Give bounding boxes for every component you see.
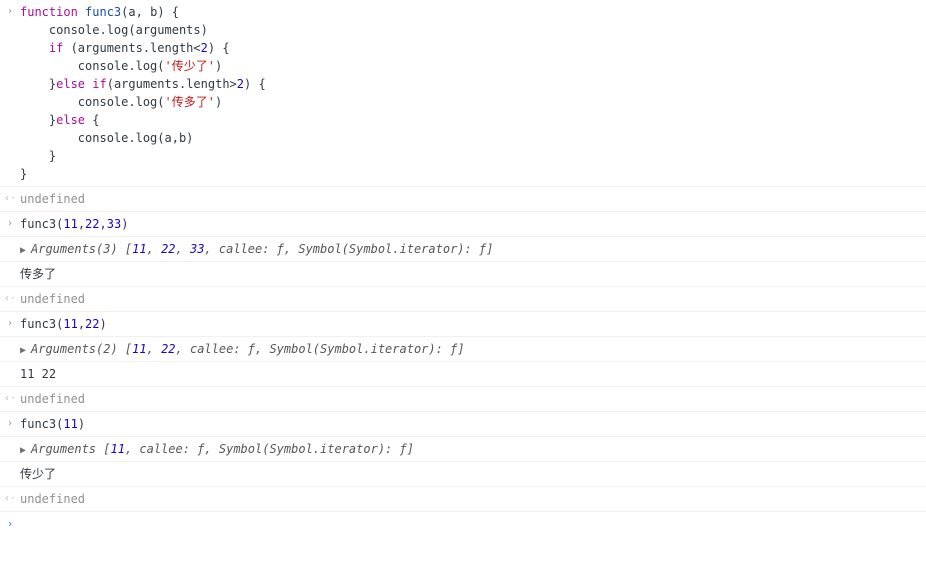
console-log-object[interactable]: ▶Arguments(3) [11, 22, 33, callee: ƒ, Sy…: [20, 240, 926, 258]
console-result: undefined: [20, 490, 926, 508]
output-chevron-icon: ‹·: [0, 390, 20, 408]
input-chevron-icon: ›: [0, 215, 20, 233]
console-result: undefined: [20, 290, 926, 308]
console-row: ›func3(11,22): [0, 312, 926, 337]
log-marker: [0, 340, 20, 358]
console-row: ▶Arguments [11, callee: ƒ, Symbol(Symbol…: [0, 437, 926, 462]
log-marker: [0, 440, 20, 458]
console-input-code: func3(11,22,33): [20, 215, 926, 233]
console-row: ‹·undefined: [0, 187, 926, 212]
prompt-chevron-icon: ›: [0, 515, 20, 533]
disclosure-triangle-icon[interactable]: ▶: [20, 443, 30, 458]
console-prompt-row[interactable]: ›: [0, 512, 926, 536]
console-row: ‹·undefined: [0, 387, 926, 412]
console-result: undefined: [20, 190, 926, 208]
log-marker: [0, 265, 20, 283]
console-row: 传少了: [0, 462, 926, 487]
console-row: ›function func3(a, b) { console.log(argu…: [0, 0, 926, 187]
console-row: ‹·undefined: [0, 487, 926, 512]
output-chevron-icon: ‹·: [0, 190, 20, 208]
console-row: ▶Arguments(2) [11, 22, callee: ƒ, Symbol…: [0, 337, 926, 362]
console-row: ›func3(11): [0, 412, 926, 437]
console-row: ▶Arguments(3) [11, 22, 33, callee: ƒ, Sy…: [0, 237, 926, 262]
console-result: undefined: [20, 390, 926, 408]
log-marker: [0, 240, 20, 258]
input-chevron-icon: ›: [0, 315, 20, 333]
output-chevron-icon: ‹·: [0, 290, 20, 308]
disclosure-triangle-icon[interactable]: ▶: [20, 343, 30, 358]
console-input-code: function func3(a, b) { console.log(argum…: [20, 3, 926, 183]
input-chevron-icon: ›: [0, 415, 20, 433]
output-chevron-icon: ‹·: [0, 490, 20, 508]
console-prompt-input[interactable]: [20, 515, 926, 533]
console-log-object[interactable]: ▶Arguments [11, callee: ƒ, Symbol(Symbol…: [20, 440, 926, 458]
console-row: 传多了: [0, 262, 926, 287]
console-log-text: 传多了: [20, 265, 926, 283]
devtools-console: ›function func3(a, b) { console.log(argu…: [0, 0, 926, 512]
console-log-object[interactable]: ▶Arguments(2) [11, 22, callee: ƒ, Symbol…: [20, 340, 926, 358]
log-marker: [0, 465, 20, 483]
console-row: 11 22: [0, 362, 926, 387]
console-row: ‹·undefined: [0, 287, 926, 312]
console-log-text: 传少了: [20, 465, 926, 483]
console-input-code: func3(11): [20, 415, 926, 433]
console-log-text: 11 22: [20, 365, 926, 383]
console-input-code: func3(11,22): [20, 315, 926, 333]
input-chevron-icon: ›: [0, 3, 20, 183]
disclosure-triangle-icon[interactable]: ▶: [20, 243, 30, 258]
log-marker: [0, 365, 20, 383]
console-row: ›func3(11,22,33): [0, 212, 926, 237]
